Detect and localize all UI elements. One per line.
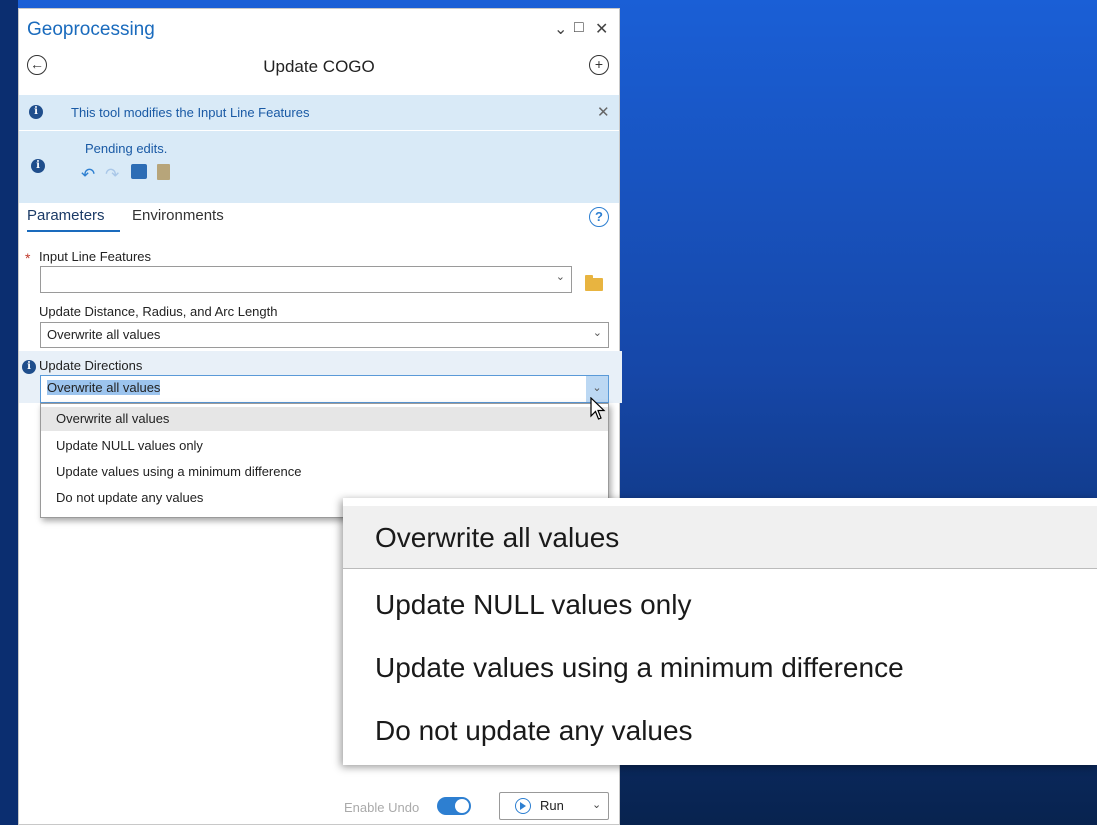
update-distance-select[interactable]: Overwrite all values ⌄ — [40, 322, 609, 348]
run-button[interactable]: Run ⌄ — [499, 792, 609, 820]
input-line-features-label: Input Line Features — [39, 249, 152, 264]
chevron-down-icon[interactable]: ⌄ — [556, 270, 565, 283]
zoomed-dropdown-option: Do not update any values — [375, 715, 693, 746]
zoomed-dropdown-callout: Overwrite all values Update NULL values … — [343, 498, 1097, 765]
dropdown-option[interactable]: Update values using a minimum difference — [41, 460, 608, 484]
info-icon: i — [31, 159, 45, 173]
banner-close-icon[interactable]: ✕ — [597, 103, 610, 121]
tool-nav-row: ← Update COGO + — [19, 49, 619, 89]
redo-icon[interactable]: ↷ — [105, 165, 119, 185]
info-banner-message: This tool modifies the Input Line Featur… — [71, 105, 310, 120]
run-label: Run — [540, 798, 564, 813]
update-directions-label: Update Directions — [39, 358, 143, 373]
zoomed-dropdown-option: Update NULL values only — [375, 589, 692, 620]
enable-undo-label: Enable Undo — [344, 800, 420, 815]
play-icon — [515, 798, 531, 814]
discard-edits-icon[interactable] — [157, 164, 170, 180]
input-line-features-field[interactable]: ⌄ — [40, 266, 572, 293]
dropdown-option[interactable]: Overwrite all values — [41, 407, 608, 431]
required-marker: * — [25, 250, 31, 266]
parameter-info-icon[interactable]: i — [22, 360, 36, 374]
mouse-cursor-icon — [590, 397, 606, 420]
close-icon[interactable]: ✕ — [595, 19, 608, 39]
browse-folder-icon[interactable] — [585, 275, 603, 291]
pane-tabs: Parameters Environments ? — [19, 199, 619, 239]
undo-icon[interactable]: ↶ — [81, 165, 95, 185]
update-directions-value: Overwrite all values — [47, 380, 161, 395]
toggle-knob — [455, 799, 469, 813]
enable-undo-toggle[interactable] — [437, 797, 471, 815]
info-icon: i — [29, 105, 43, 119]
info-banner: i This tool modifies the Input Line Feat… — [19, 95, 619, 130]
tab-environments[interactable]: Environments — [132, 207, 224, 224]
dropdown-option[interactable]: Update NULL values only — [41, 434, 608, 458]
update-distance-label: Update Distance, Radius, and Arc Length — [39, 304, 278, 319]
zoomed-dropdown-option: Overwrite all values — [343, 506, 1097, 569]
pending-edits-text: Pending edits. — [85, 141, 168, 156]
tool-title: Update COGO — [263, 57, 375, 76]
update-directions-select[interactable]: Overwrite all values ⌄ — [40, 375, 609, 403]
pane-footer: Enable Undo Run ⌄ — [19, 774, 619, 824]
pending-edits-banner: i Pending edits. ↶ ↷ — [19, 131, 619, 203]
update-distance-value: Overwrite all values — [47, 327, 161, 342]
maximize-icon[interactable]: □ — [574, 19, 584, 37]
zoomed-dropdown-option: Update values using a minimum difference — [375, 652, 904, 683]
save-edits-icon[interactable] — [131, 164, 147, 179]
background-map-strip — [0, 0, 18, 825]
chevron-down-icon[interactable]: ⌄ — [554, 19, 567, 39]
active-tab-underline — [27, 230, 120, 232]
help-icon[interactable]: ? — [589, 207, 609, 227]
tab-parameters[interactable]: Parameters — [27, 207, 105, 224]
chevron-down-icon: ⌄ — [592, 327, 602, 339]
pane-title-bar: Geoprocessing ⌄ □ ✕ — [19, 9, 619, 49]
add-icon[interactable]: + — [589, 55, 609, 75]
pane-title: Geoprocessing — [27, 19, 155, 40]
chevron-down-icon[interactable]: ⌄ — [592, 798, 601, 811]
